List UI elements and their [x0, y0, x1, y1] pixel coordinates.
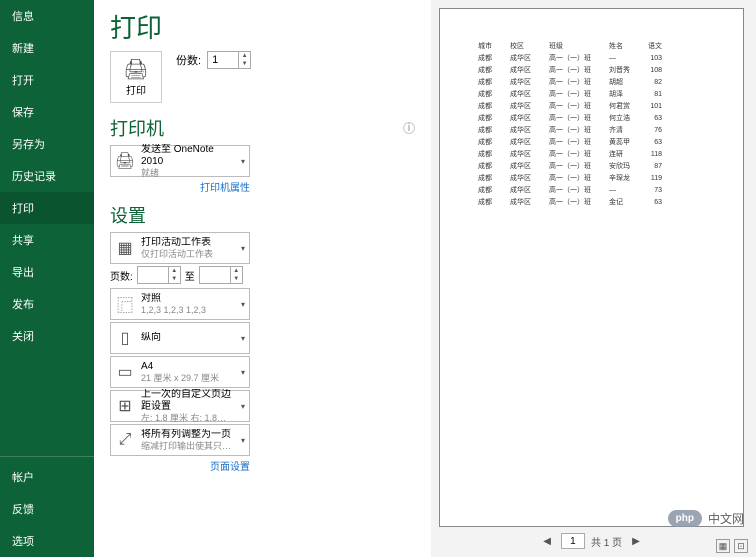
table-row: 成都成华区高一（一）班安欣玛87 [470, 161, 670, 171]
print-preview-area: 城市校区班级姓名语文成都成华区高一（一）班—103 成都成华区高一（一）班刘晋秀1… [431, 0, 756, 557]
page-from-input[interactable]: ▲▼ [137, 266, 181, 284]
total-pages-label: 共 1 页 [591, 534, 622, 549]
table-row: 成都成华区高一（一）班—73 [470, 185, 670, 195]
copies-input[interactable]: 1 ▲▼ [207, 51, 251, 69]
sidebar-item[interactable]: 打开 [0, 64, 94, 96]
scaling-icon: ⤢ [115, 428, 135, 452]
margins-dropdown[interactable]: ⊞ 上一次的自定义页边距设置 左: 1.8 厘米 右: 1.8… ▾ [110, 390, 250, 422]
collate-icon: ⿸ [115, 292, 135, 316]
preview-page: 城市校区班级姓名语文成都成华区高一（一）班—103 成都成华区高一（一）班刘晋秀1… [439, 8, 744, 527]
collate-dropdown[interactable]: ⿸ 对照 1,2,3 1,2,3 1,2,3 ▾ [110, 288, 250, 320]
table-header: 语文 [640, 41, 670, 51]
table-row: 成都成华区高一（一）班胡泽81 [470, 89, 670, 99]
php-badge-icon: php [668, 510, 702, 527]
sidebar-item[interactable]: 发布 [0, 288, 94, 320]
chevron-down-icon: ▾ [241, 402, 245, 411]
spin-up-icon[interactable]: ▲ [238, 52, 250, 60]
table-row: 成都成华区高一（一）班齐清76 [470, 125, 670, 135]
paper-size-dropdown[interactable]: ▭ A4 21 厘米 x 29.7 厘米 ▾ [110, 356, 250, 388]
table-row: 成都成华区高一（一）班—103 [470, 53, 670, 63]
table-header: 班级 [541, 41, 599, 51]
printer-icon: 🖨 [123, 57, 148, 82]
chevron-down-icon: ▾ [241, 300, 245, 309]
sidebar-item[interactable]: 另存为 [0, 128, 94, 160]
table-row: 成都成华区高一（一）班金记63 [470, 197, 670, 207]
zoom-to-page-button[interactable]: ⊡ [734, 539, 748, 553]
print-button[interactable]: 🖨 打印 [110, 51, 162, 103]
sidebar-item[interactable]: 保存 [0, 96, 94, 128]
sidebar-item[interactable]: 关闭 [0, 320, 94, 352]
sidebar-item[interactable]: 历史记录 [0, 160, 94, 192]
printer-section-title: 打印机 [110, 115, 164, 141]
preview-data-table: 城市校区班级姓名语文成都成华区高一（一）班—103 成都成华区高一（一）班刘晋秀1… [468, 39, 672, 209]
table-header: 校区 [502, 41, 539, 51]
pages-to-label: 至 [185, 268, 195, 283]
backstage-sidebar: 信息新建打开保存另存为历史记录打印共享导出发布关闭 帐户反馈选项 [0, 0, 94, 557]
margins-icon: ⊞ [115, 394, 135, 418]
sidebar-item[interactable]: 反馈 [0, 493, 94, 525]
sidebar-item[interactable]: 信息 [0, 0, 94, 32]
settings-section-title: 设置 [110, 202, 146, 228]
table-row: 成都成华区高一（一）班黄蕊甲63 [470, 137, 670, 147]
sidebar-item[interactable]: 导出 [0, 256, 94, 288]
table-row: 成都成华区高一（一）班何君赏101 [470, 101, 670, 111]
sheets-icon: ▦ [115, 236, 135, 260]
print-button-label: 打印 [126, 82, 146, 97]
pages-label: 页数: [110, 268, 133, 283]
table-row: 成都成华区高一（一）班连研118 [470, 149, 670, 159]
page-icon: ▭ [115, 360, 135, 384]
spin-down-icon[interactable]: ▼ [238, 60, 250, 68]
chevron-down-icon: ▾ [241, 244, 245, 253]
table-row: 成都成华区高一（一）班刘晋秀108 [470, 65, 670, 75]
sidebar-item[interactable]: 共享 [0, 224, 94, 256]
table-row: 成都成华区高一（一）班何立浩63 [470, 113, 670, 123]
chevron-down-icon: ▾ [241, 368, 245, 377]
portrait-icon: ▯ [115, 326, 135, 350]
next-page-button[interactable]: ▶ [628, 536, 644, 547]
source-watermark: php 中文网 [668, 510, 744, 527]
table-row: 成都成华区高一（一）班辛琛龙119 [470, 173, 670, 183]
sidebar-item[interactable]: 打印 [0, 192, 94, 224]
preview-page-nav: ◀ 共 1 页 ▶ [439, 527, 744, 549]
sidebar-item[interactable]: 选项 [0, 525, 94, 557]
print-panel: 打印 🖨 打印 份数: 1 ▲▼ 打印机 i 🖨 发送至 OneNote 201… [94, 0, 431, 557]
table-header: 城市 [470, 41, 500, 51]
orientation-dropdown[interactable]: ▯ 纵向 ▾ [110, 322, 250, 354]
chevron-down-icon: ▾ [241, 436, 245, 445]
page-title: 打印 [110, 8, 415, 45]
table-row: 成都成华区高一（一）班胡超82 [470, 77, 670, 87]
sidebar-item[interactable]: 帐户 [0, 461, 94, 493]
scaling-dropdown[interactable]: ⤢ 将所有列调整为一页 缩减打印输出使其只有一… ▾ [110, 424, 250, 456]
info-icon[interactable]: i [403, 122, 415, 134]
copies-label: 份数: [176, 52, 201, 68]
chevron-down-icon: ▾ [241, 334, 245, 343]
printer-properties-link[interactable]: 打印机属性 [200, 183, 250, 194]
sidebar-item[interactable]: 新建 [0, 32, 94, 64]
page-setup-link[interactable]: 页面设置 [210, 462, 250, 473]
prev-page-button[interactable]: ◀ [539, 536, 555, 547]
page-to-input[interactable]: ▲▼ [199, 266, 243, 284]
current-page-input[interactable] [561, 533, 585, 549]
show-margins-button[interactable]: ▦ [716, 539, 730, 553]
print-what-dropdown[interactable]: ▦ 打印活动工作表 仅打印活动工作表 ▾ [110, 232, 250, 264]
printer-dropdown[interactable]: 🖨 发送至 OneNote 2010 就绪 ▾ [110, 145, 250, 177]
chevron-down-icon: ▾ [241, 157, 245, 166]
printer-ready-icon: 🖨 [115, 149, 135, 173]
table-header: 姓名 [601, 41, 638, 51]
